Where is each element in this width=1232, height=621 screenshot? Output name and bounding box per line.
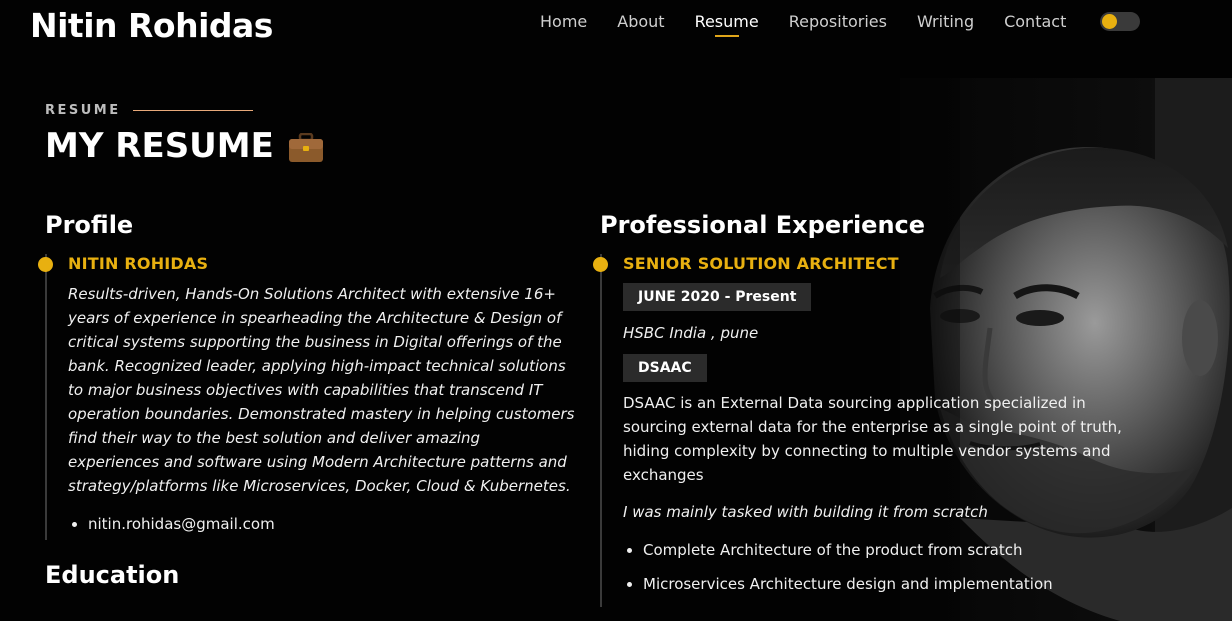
education-heading: Education <box>45 561 180 589</box>
experience-heading: Professional Experience <box>600 211 926 239</box>
nav-contact[interactable]: Contact <box>1004 12 1066 31</box>
nav-about[interactable]: About <box>617 12 664 31</box>
timeline-dot <box>593 257 608 272</box>
briefcase-icon <box>288 132 324 162</box>
timeline-dot <box>38 257 53 272</box>
nav-repositories[interactable]: Repositories <box>789 12 887 31</box>
project-badge: DSAAC <box>623 354 707 382</box>
responsibilities-list: Complete Architecture of the product fro… <box>623 539 1140 607</box>
eyebrow-divider <box>132 110 253 111</box>
nav-home[interactable]: Home <box>540 12 587 31</box>
toggle-knob <box>1102 14 1117 29</box>
page-title: MY RESUME <box>45 126 324 166</box>
page-title-text: MY RESUME <box>45 126 274 166</box>
profile-timeline: NITIN ROHIDAS Results-driven, Hands-On S… <box>38 254 575 540</box>
profile-name: NITIN ROHIDAS <box>68 254 209 273</box>
contact-list: nitin.rohidas@gmail.com <box>68 512 575 540</box>
resume-page: Nitin Rohidas Home About Resume Reposito… <box>0 0 1232 621</box>
profile-column: Profile NITIN ROHIDAS Results-driven, Ha… <box>38 208 575 592</box>
experience-column: Professional Experience SENIOR SOLUTION … <box>593 208 1140 607</box>
nav-resume[interactable]: Resume <box>695 12 759 37</box>
job-title: SENIOR SOLUTION ARCHITECT <box>623 254 899 273</box>
list-item: Microservices Architecture design and im… <box>643 573 1140 607</box>
site-brand[interactable]: Nitin Rohidas <box>30 6 273 45</box>
project-description: DSAAC is an External Data sourcing appli… <box>623 394 1122 484</box>
project-note: I was mainly tasked with building it fro… <box>623 503 988 521</box>
section-eyebrow: RESUME <box>45 103 253 118</box>
list-item: Complete Architecture of the product fro… <box>643 539 1140 573</box>
experience-timeline: SENIOR SOLUTION ARCHITECT JUNE 2020 - Pr… <box>593 254 1140 607</box>
job-company: HSBC India , pune <box>623 324 759 342</box>
contact-email[interactable]: nitin.rohidas@gmail.com <box>88 512 575 540</box>
theme-toggle[interactable] <box>1100 12 1140 31</box>
profile-heading: Profile <box>45 211 134 239</box>
site-header: Nitin Rohidas Home About Resume Reposito… <box>0 0 1232 52</box>
profile-summary: Results-driven, Hands-On Solutions Archi… <box>68 285 575 495</box>
section-eyebrow-label: RESUME <box>45 103 121 118</box>
job-period-badge: JUNE 2020 - Present <box>623 283 812 311</box>
main-nav: Home About Resume Repositories Writing C… <box>540 12 1066 37</box>
nav-writing[interactable]: Writing <box>917 12 974 31</box>
